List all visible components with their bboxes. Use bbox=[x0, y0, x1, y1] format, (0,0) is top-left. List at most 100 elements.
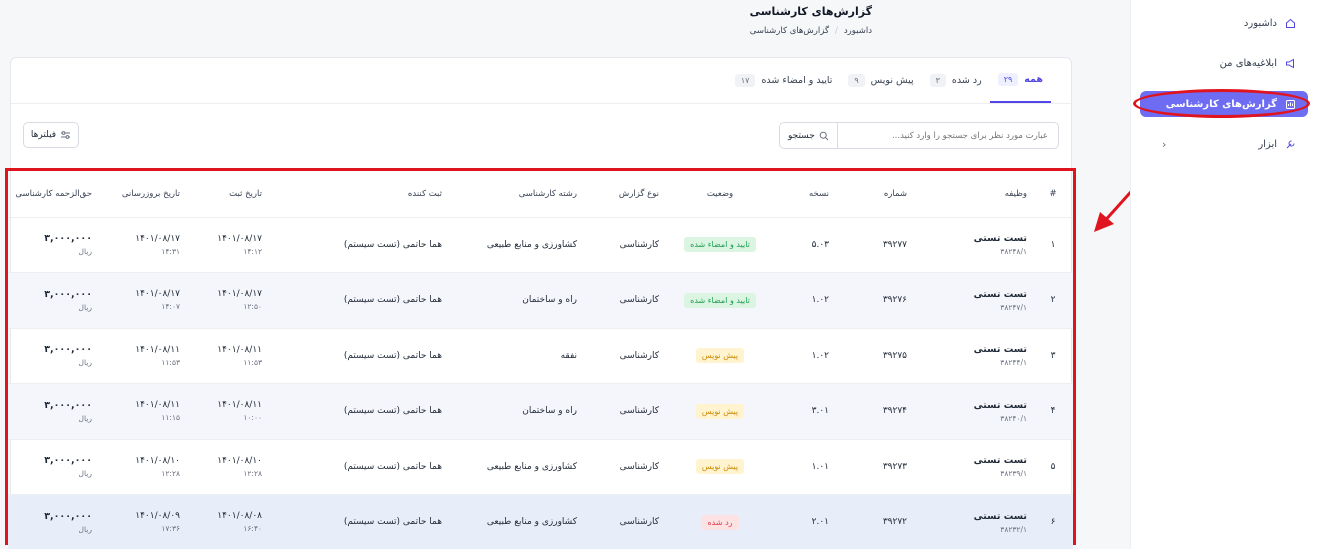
fee-cell: ۳,۰۰۰,۰۰۰ ریال bbox=[8, 272, 98, 329]
reg-date-cell: ۱۴۰۱/۰۸/۱۰ ۱۲:۲۸ bbox=[186, 439, 268, 495]
status-badge: تایید و امضاء شده bbox=[684, 292, 756, 308]
row-index: ۳ bbox=[1033, 328, 1073, 384]
upd-date-cell: ۱۴۰۱/۰۸/۱۷ ۱۴:۰۷ bbox=[98, 272, 186, 329]
report-number: ۳۹۲۷۶ bbox=[835, 272, 913, 329]
status-cell: تایید و امضاء شده bbox=[665, 217, 775, 273]
col-header-upd-date[interactable]: تاریخ بروزرسانی bbox=[98, 171, 186, 218]
status-cell: پیش نویس bbox=[665, 383, 775, 440]
sidebar-item-dashboard[interactable]: داشبورد bbox=[1140, 10, 1308, 36]
col-header-registrar[interactable]: ثبت کننده bbox=[268, 171, 448, 218]
task-code: ۳۸۲۴۰/۱ bbox=[1000, 413, 1027, 423]
sliders-icon bbox=[61, 131, 71, 139]
col-header-reg-date[interactable]: تاریخ ثبت bbox=[186, 171, 268, 218]
table-row[interactable]: ۵ تست تستی ۳۸۲۳۹/۱ ۳۹۲۷۳ ۱.۰۱ پیش نویس کا… bbox=[8, 439, 1073, 495]
col-header-status[interactable]: وضعیت bbox=[665, 171, 775, 218]
col-header-fee[interactable]: حق‌الزحمه کارشناسی bbox=[8, 171, 98, 218]
status-tabs: همه ۲۹ رد شده ۳ پیش نویس ۹ تایید و امضاء… bbox=[11, 58, 1071, 104]
fee-currency: ریال bbox=[78, 413, 92, 423]
reg-date-cell: ۱۴۰۱/۰۸/۱۱ ۱۱:۵۳ bbox=[186, 328, 268, 384]
task-cell[interactable]: تست تستی ۳۸۲۴۰/۱ bbox=[913, 383, 1033, 440]
status-badge: رد شده bbox=[701, 514, 739, 530]
status-badge: تایید و امضاء شده bbox=[684, 237, 756, 253]
row-index: ۲ bbox=[1033, 272, 1073, 329]
report-number: ۳۹۲۷۷ bbox=[835, 217, 913, 273]
reg-date: ۱۴۰۱/۰۸/۱۰ bbox=[217, 455, 262, 466]
search-button[interactable]: جستجو bbox=[780, 123, 838, 148]
registrar: هما حاتمی (تست سیستم) bbox=[268, 494, 448, 549]
tab-label: تایید و امضاء شده bbox=[761, 75, 833, 86]
filters-button[interactable]: فیلترها bbox=[23, 122, 79, 148]
filters-label: فیلترها bbox=[30, 130, 57, 140]
breadcrumb: داشبورد / گزارش‌های کارشناسی bbox=[750, 26, 872, 36]
col-header-version[interactable]: نسخه bbox=[775, 171, 835, 218]
reg-date: ۱۴۰۱/۰۸/۱۷ bbox=[217, 289, 262, 300]
task-cell[interactable]: تست تستی ۳۸۲۴۷/۱ bbox=[913, 272, 1033, 329]
status-cell: رد شده bbox=[665, 494, 775, 549]
sidebar-item-label: ابلاغیه‌های من bbox=[1219, 57, 1277, 69]
registrar: هما حاتمی (تست سیستم) bbox=[268, 328, 448, 384]
table-row[interactable]: ۲ تست تستی ۳۸۲۴۷/۱ ۳۹۲۷۶ ۱.۰۲ تایید و امض… bbox=[8, 272, 1073, 329]
search-icon bbox=[819, 131, 829, 140]
fee-amount: ۳,۰۰۰,۰۰۰ bbox=[44, 455, 92, 467]
fee-amount: ۳,۰۰۰,۰۰۰ bbox=[44, 344, 92, 356]
task-cell[interactable]: تست تستی ۳۸۲۴۴/۱ bbox=[913, 328, 1033, 384]
report-number: ۳۹۲۷۲ bbox=[835, 494, 913, 549]
task-code: ۳۸۲۳۹/۱ bbox=[1000, 469, 1027, 479]
col-header-type[interactable]: نوع گزارش bbox=[583, 171, 665, 218]
task-cell[interactable]: تست تستی ۳۸۲۳۲/۱ bbox=[913, 494, 1033, 549]
chevron-left-icon[interactable]: ‹ bbox=[1162, 138, 1166, 151]
task-code: ۳۸۲۴۴/۱ bbox=[1000, 358, 1027, 368]
fee-currency: ریال bbox=[78, 302, 92, 312]
annotation-highlight-oval bbox=[1133, 89, 1310, 118]
expertise-field: راه و ساختمان bbox=[448, 383, 583, 440]
breadcrumb-item-dashboard[interactable]: داشبورد bbox=[844, 26, 872, 36]
status-badge: پیش نویس bbox=[695, 403, 745, 419]
report-number: ۳۹۲۷۵ bbox=[835, 328, 913, 384]
expertise-field: کشاورزی و منابع طبیعی bbox=[448, 494, 583, 549]
tab-count: ۲۹ bbox=[997, 73, 1019, 86]
reg-time: ۱۴:۱۲ bbox=[243, 246, 262, 256]
col-header-number[interactable]: شماره bbox=[835, 171, 913, 218]
tools-icon bbox=[1284, 138, 1296, 150]
task-cell[interactable]: تست تستی ۳۸۲۳۹/۱ bbox=[913, 439, 1033, 495]
task-cell[interactable]: تست تستی ۳۸۲۴۸/۱ bbox=[913, 217, 1033, 273]
tab-rejected[interactable]: رد شده ۳ bbox=[922, 58, 990, 103]
fee-amount: ۳,۰۰۰,۰۰۰ bbox=[44, 233, 92, 245]
search-input[interactable] bbox=[837, 130, 1058, 141]
upd-time: ۱۴:۰۷ bbox=[161, 302, 180, 312]
tab-draft[interactable]: پیش نویس ۹ bbox=[840, 58, 921, 103]
task-title: تست تستی bbox=[973, 510, 1027, 522]
table-row[interactable]: ۶ تست تستی ۳۸۲۳۲/۱ ۳۹۲۷۲ ۲.۰۱ رد شده کارش… bbox=[8, 494, 1073, 549]
col-header-index: # bbox=[1033, 171, 1073, 218]
status-cell: پیش نویس bbox=[665, 328, 775, 384]
sidebar-item-tools[interactable]: ابزار ‹ bbox=[1140, 131, 1308, 157]
row-index: ۴ bbox=[1033, 383, 1073, 440]
report-type: کارشناسی bbox=[583, 494, 665, 549]
tab-approved[interactable]: تایید و امضاء شده ۱۷ bbox=[727, 58, 841, 103]
table-row[interactable]: ۴ تست تستی ۳۸۲۴۰/۱ ۳۹۲۷۴ ۳.۰۱ پیش نویس کا… bbox=[8, 383, 1073, 440]
search-button-label: جستجو bbox=[788, 130, 815, 141]
upd-date-cell: ۱۴۰۱/۰۸/۱۱ ۱۱:۵۳ bbox=[98, 328, 186, 384]
fee-cell: ۳,۰۰۰,۰۰۰ ریال bbox=[8, 494, 98, 549]
table-row[interactable]: ۱ تست تستی ۳۸۲۴۸/۱ ۳۹۲۷۷ ۵.۰۳ تایید و امض… bbox=[8, 217, 1073, 273]
report-number: ۳۹۲۷۳ bbox=[835, 439, 913, 495]
breadcrumb-item-current: گزارش‌های کارشناسی bbox=[749, 26, 829, 36]
table-row[interactable]: ۳ تست تستی ۳۸۲۴۴/۱ ۳۹۲۷۵ ۱.۰۲ پیش نویس کا… bbox=[8, 328, 1073, 384]
table-header-row: # وظیفه شماره نسخه وضعیت نوع گزارش رشته … bbox=[8, 171, 1073, 218]
upd-date-cell: ۱۴۰۱/۰۸/۱۰ ۱۲:۲۸ bbox=[98, 439, 186, 495]
upd-time: ۱۲:۲۸ bbox=[161, 468, 180, 478]
upd-date-cell: ۱۴۰۱/۰۸/۱۱ ۱۱:۱۵ bbox=[98, 383, 186, 440]
col-header-task[interactable]: وظیفه bbox=[913, 171, 1033, 218]
registrar: هما حاتمی (تست سیستم) bbox=[268, 217, 448, 273]
reg-date-cell: ۱۴۰۱/۰۸/۰۸ ۱۶:۴۰ bbox=[186, 494, 268, 549]
col-header-field[interactable]: رشته کارشناسی bbox=[448, 171, 583, 218]
tab-all[interactable]: همه ۲۹ bbox=[989, 58, 1051, 103]
fee-currency: ریال bbox=[78, 469, 92, 479]
report-type: کارشناسی bbox=[583, 439, 665, 495]
reg-time: ۱۲:۲۸ bbox=[243, 468, 262, 478]
reg-date: ۱۴۰۱/۰۸/۱۱ bbox=[217, 344, 262, 355]
upd-date: ۱۴۰۱/۰۸/۱۱ bbox=[135, 344, 180, 355]
tab-label: رد شده bbox=[951, 75, 982, 86]
expertise-field: راه و ساختمان bbox=[448, 272, 583, 329]
sidebar-item-notifications[interactable]: ابلاغیه‌های من bbox=[1140, 50, 1308, 76]
